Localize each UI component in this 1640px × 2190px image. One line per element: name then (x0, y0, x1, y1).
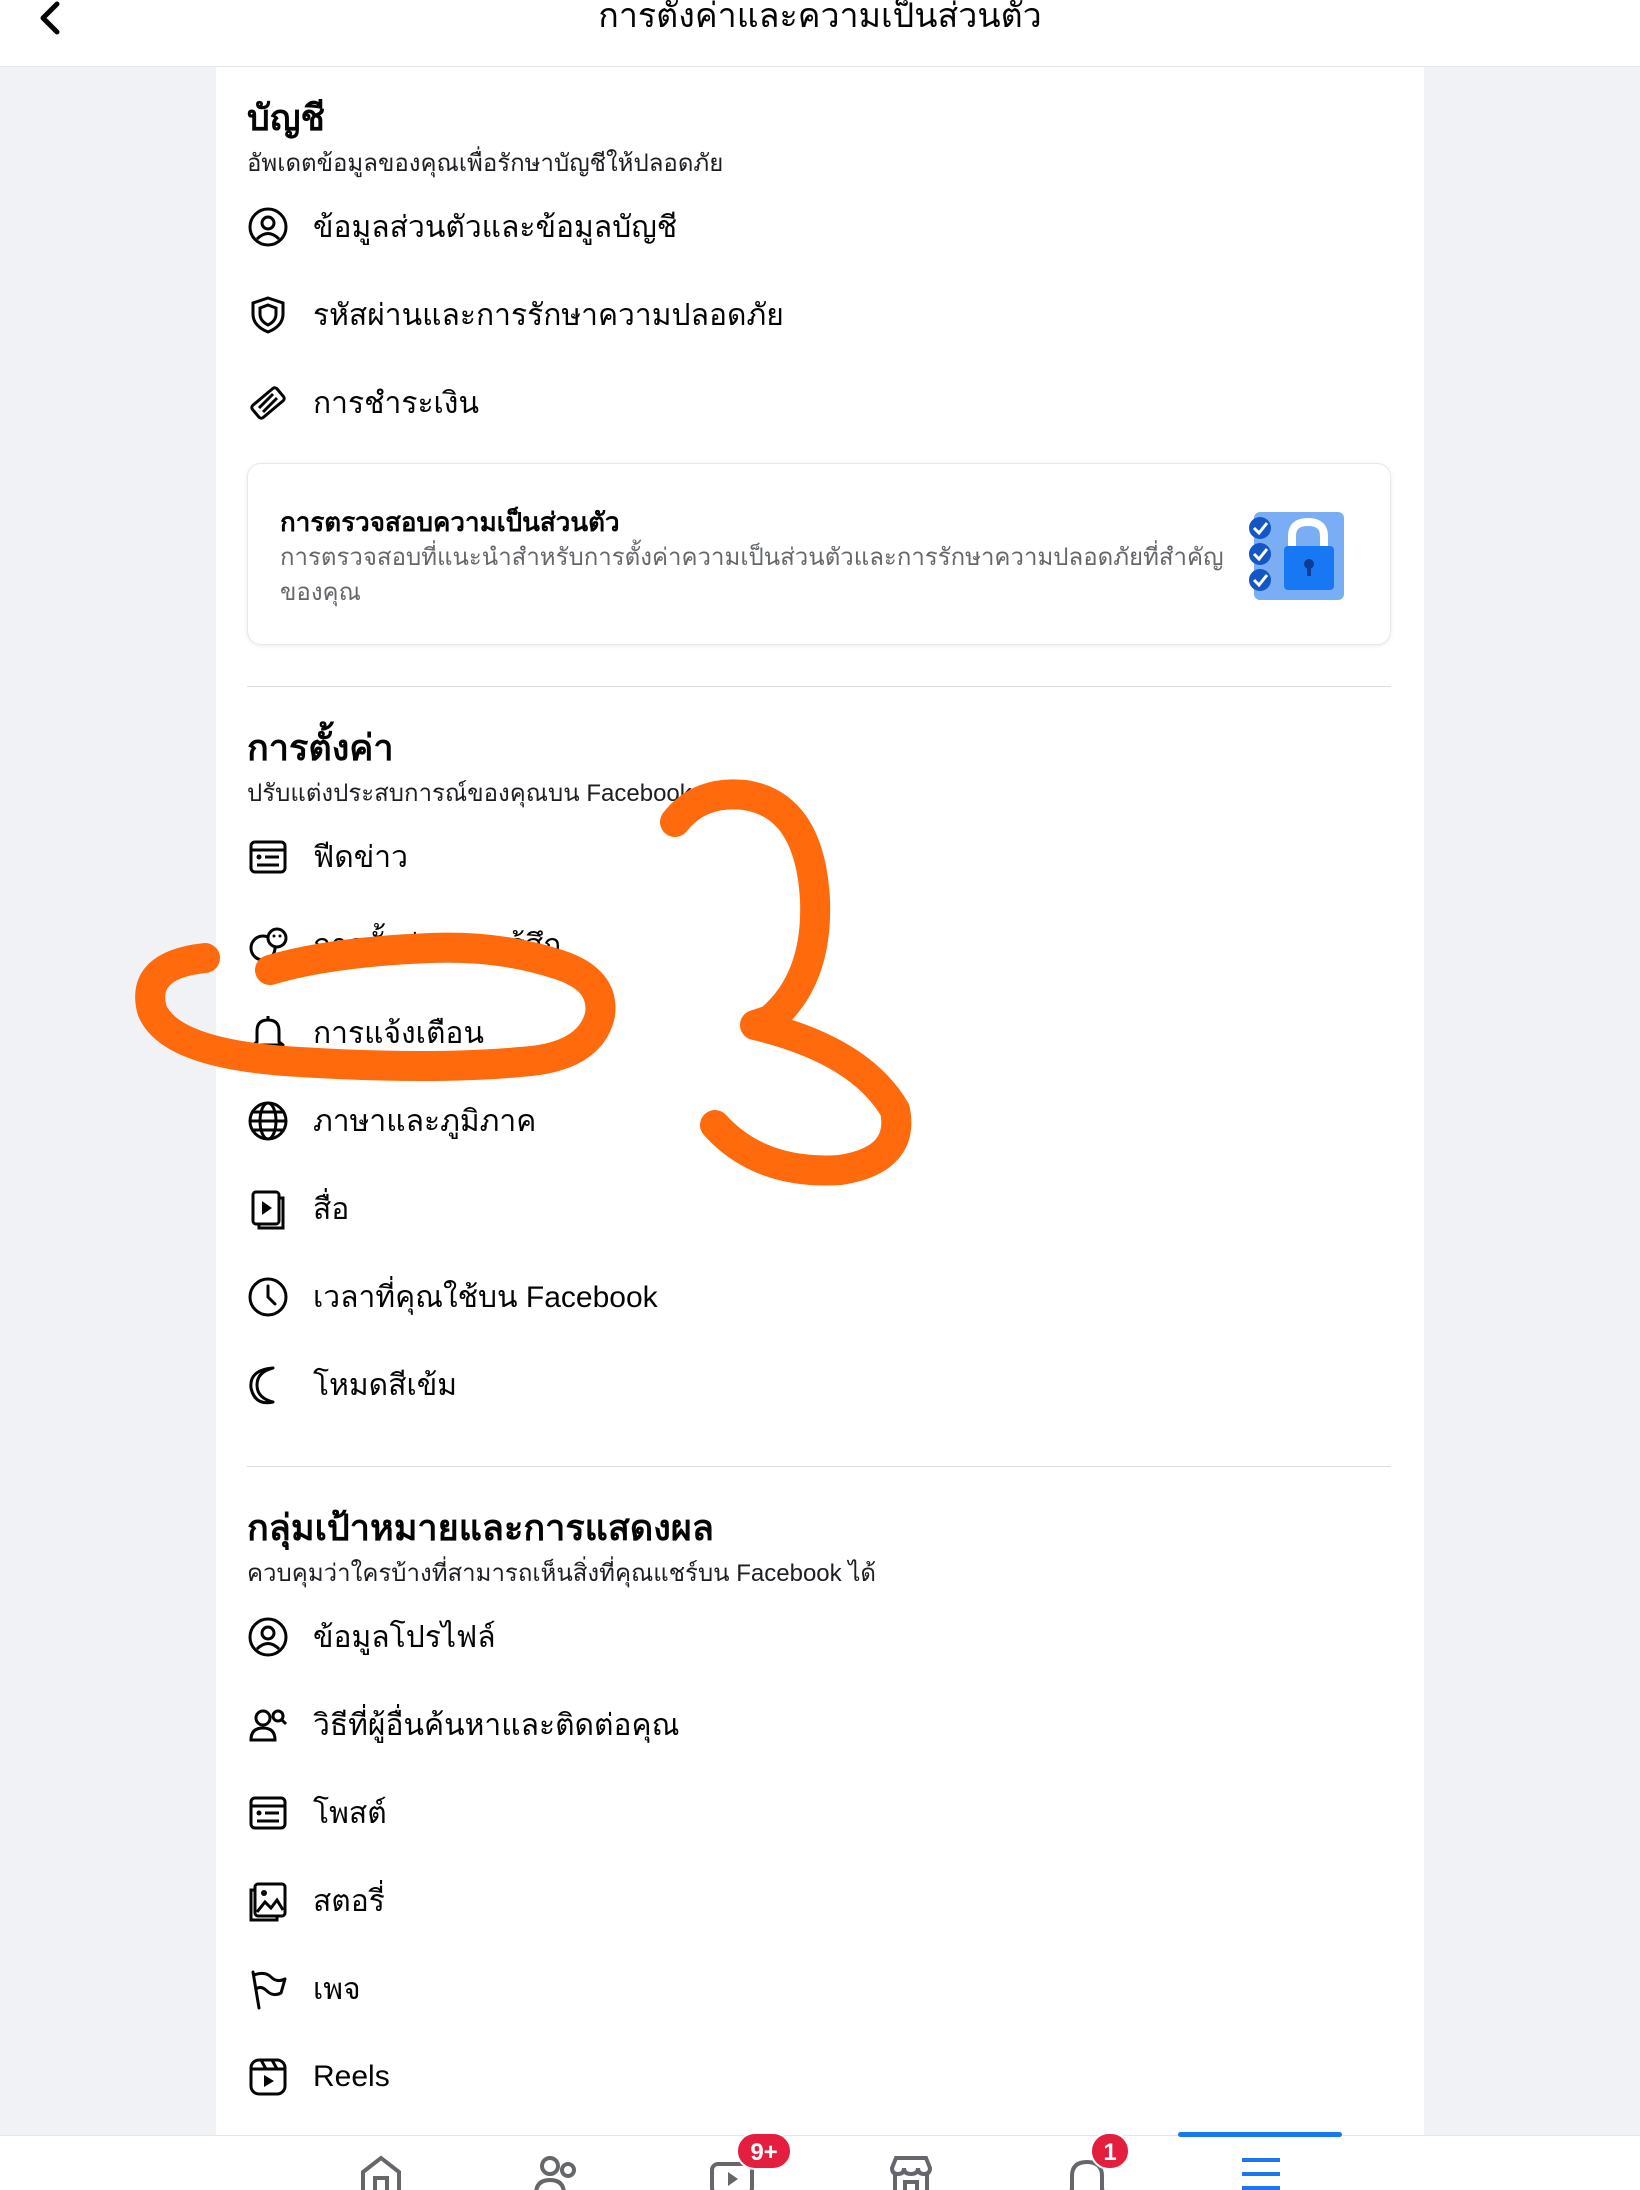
active-tab-indicator (1178, 2132, 1342, 2137)
item-label: วิธีที่ผู้อื่นค้นหาและติดต่อคุณ (313, 1708, 680, 1742)
section-title-settings: การตั้งค่า (247, 727, 394, 768)
settings-item-time-on-facebook[interactable]: เวลาที่คุณใช้บน Facebook (247, 1267, 1147, 1327)
item-label: ฟีดข่าว (313, 840, 408, 874)
account-item-personal-info[interactable]: ข้อมูลส่วนตัวและข้อมูลบัญชี (247, 197, 1147, 257)
nav-friends[interactable] (504, 2136, 604, 2190)
lock-checklist-icon (1249, 512, 1344, 600)
nav-marketplace[interactable] (858, 2136, 958, 2190)
item-label: Reels (313, 2060, 390, 2093)
audience-item-stories[interactable]: สตอรี่ (247, 1871, 1147, 1931)
video-badge: 9+ (736, 2132, 792, 2170)
home-icon (361, 2155, 401, 2190)
audience-item-profile-info[interactable]: ข้อมูลโปรไฟล์ (247, 1607, 1147, 1667)
marketplace-icon (889, 2156, 933, 2190)
audience-item-reels[interactable]: Reels (247, 2047, 1147, 2107)
people-search-icon (247, 1704, 289, 1746)
item-label: รหัสผ่านและการรักษาความปลอดภัย (313, 298, 784, 332)
bell-icon (247, 1012, 289, 1054)
item-label: เวลาที่คุณใช้บน Facebook (313, 1280, 658, 1314)
item-label: การชำระเงิน (313, 386, 479, 420)
item-label: ข้อมูลส่วนตัวและข้อมูลบัญชี (313, 210, 678, 244)
nav-notifications[interactable]: 1 (1034, 2132, 1134, 2190)
privacy-checkup-description: การตรวจสอบที่แนะนำสำหรับการตั้งค่าความเป… (280, 544, 1224, 606)
bottom-navigation: 9+ 1 (0, 2132, 1640, 2190)
notifications-badge: 1 (1090, 2132, 1130, 2170)
settings-item-notifications[interactable]: การแจ้งเตือน (247, 1003, 1147, 1063)
settings-panel: บัญชี อัพเดตข้อมูลของคุณเพื่อรักษาบัญชีใ… (216, 67, 1424, 2135)
settings-item-dark-mode[interactable]: โหมดสีเข้ม (247, 1355, 1147, 1415)
top-bar: การตั้งค่าและความเป็นส่วนตัว (0, 0, 1640, 67)
clock-icon (247, 1276, 289, 1318)
item-label: สื่อ (313, 1192, 350, 1226)
friends-icon (534, 2156, 576, 2190)
privacy-checkup-title: การตรวจสอบความเป็นส่วนตัว (280, 507, 620, 537)
settings-item-reactions[interactable]: การตั้งค่าความรู้สึก (247, 915, 1147, 975)
item-label: ภาษาและภูมิภาค (313, 1104, 537, 1138)
privacy-checkup-card[interactable]: การตรวจสอบความเป็นส่วนตัว การตรวจสอบที่แ… (247, 463, 1391, 645)
nav-home[interactable] (330, 2136, 430, 2190)
reels-icon (247, 2056, 289, 2098)
user-circle-icon (247, 1616, 289, 1658)
settings-item-media[interactable]: สื่อ (247, 1179, 1147, 1239)
media-icon (247, 1188, 289, 1230)
news-feed-icon (247, 836, 289, 878)
reaction-icon (247, 924, 289, 966)
flag-icon (247, 1968, 289, 2010)
item-label: เพจ (313, 1972, 361, 2006)
item-label: ข้อมูลโปรไฟล์ (313, 1620, 496, 1654)
audience-item-find-contact[interactable]: วิธีที่ผู้อื่นค้นหาและติดต่อคุณ (247, 1695, 1147, 1755)
user-circle-icon (247, 206, 289, 248)
section-divider (247, 1466, 1391, 1467)
globe-icon (247, 1100, 289, 1142)
page-title: การตั้งค่าและความเป็นส่วนตัว (598, 0, 1042, 35)
account-item-payments[interactable]: การชำระเงิน (247, 373, 1147, 433)
post-icon (247, 1792, 289, 1834)
menu-icon (1242, 2158, 1280, 2190)
nav-video[interactable]: 9+ (680, 2132, 792, 2190)
item-label: โพสต์ (313, 1796, 387, 1830)
audience-item-posts[interactable]: โพสต์ (247, 1783, 1147, 1843)
shield-icon (247, 294, 289, 336)
section-divider (247, 686, 1391, 687)
settings-item-language-region[interactable]: ภาษาและภูมิภาค (247, 1091, 1147, 1151)
section-subtitle-settings: ปรับแต่งประสบการณ์ของคุณบน Facebook (247, 780, 692, 807)
audience-item-pages[interactable]: เพจ (247, 1959, 1147, 2019)
moon-icon (247, 1364, 289, 1406)
tag-icon (247, 382, 289, 424)
section-subtitle-audience: ควบคุมว่าใครบ้างที่สามารถเห็นสิ่งที่คุณแ… (247, 1560, 876, 1587)
nav-menu[interactable] (1210, 2136, 1310, 2190)
item-label: สตอรี่ (313, 1884, 385, 1918)
section-subtitle-account: อัพเดตข้อมูลของคุณเพื่อรักษาบัญชีให้ปลอด… (247, 150, 724, 177)
account-item-password-security[interactable]: รหัสผ่านและการรักษาความปลอดภัย (247, 285, 1147, 345)
section-title-audience: กลุ่มเป้าหมายและการแสดงผล (247, 1507, 714, 1548)
story-icon (247, 1880, 289, 1922)
item-label: การแจ้งเตือน (313, 1016, 484, 1050)
item-label: โหมดสีเข้ม (313, 1368, 457, 1402)
settings-item-news-feed[interactable]: ฟีดข่าว (247, 827, 1147, 887)
section-title-account: บัญชี (247, 97, 325, 138)
item-label: การตั้งค่าความรู้สึก (313, 928, 562, 962)
